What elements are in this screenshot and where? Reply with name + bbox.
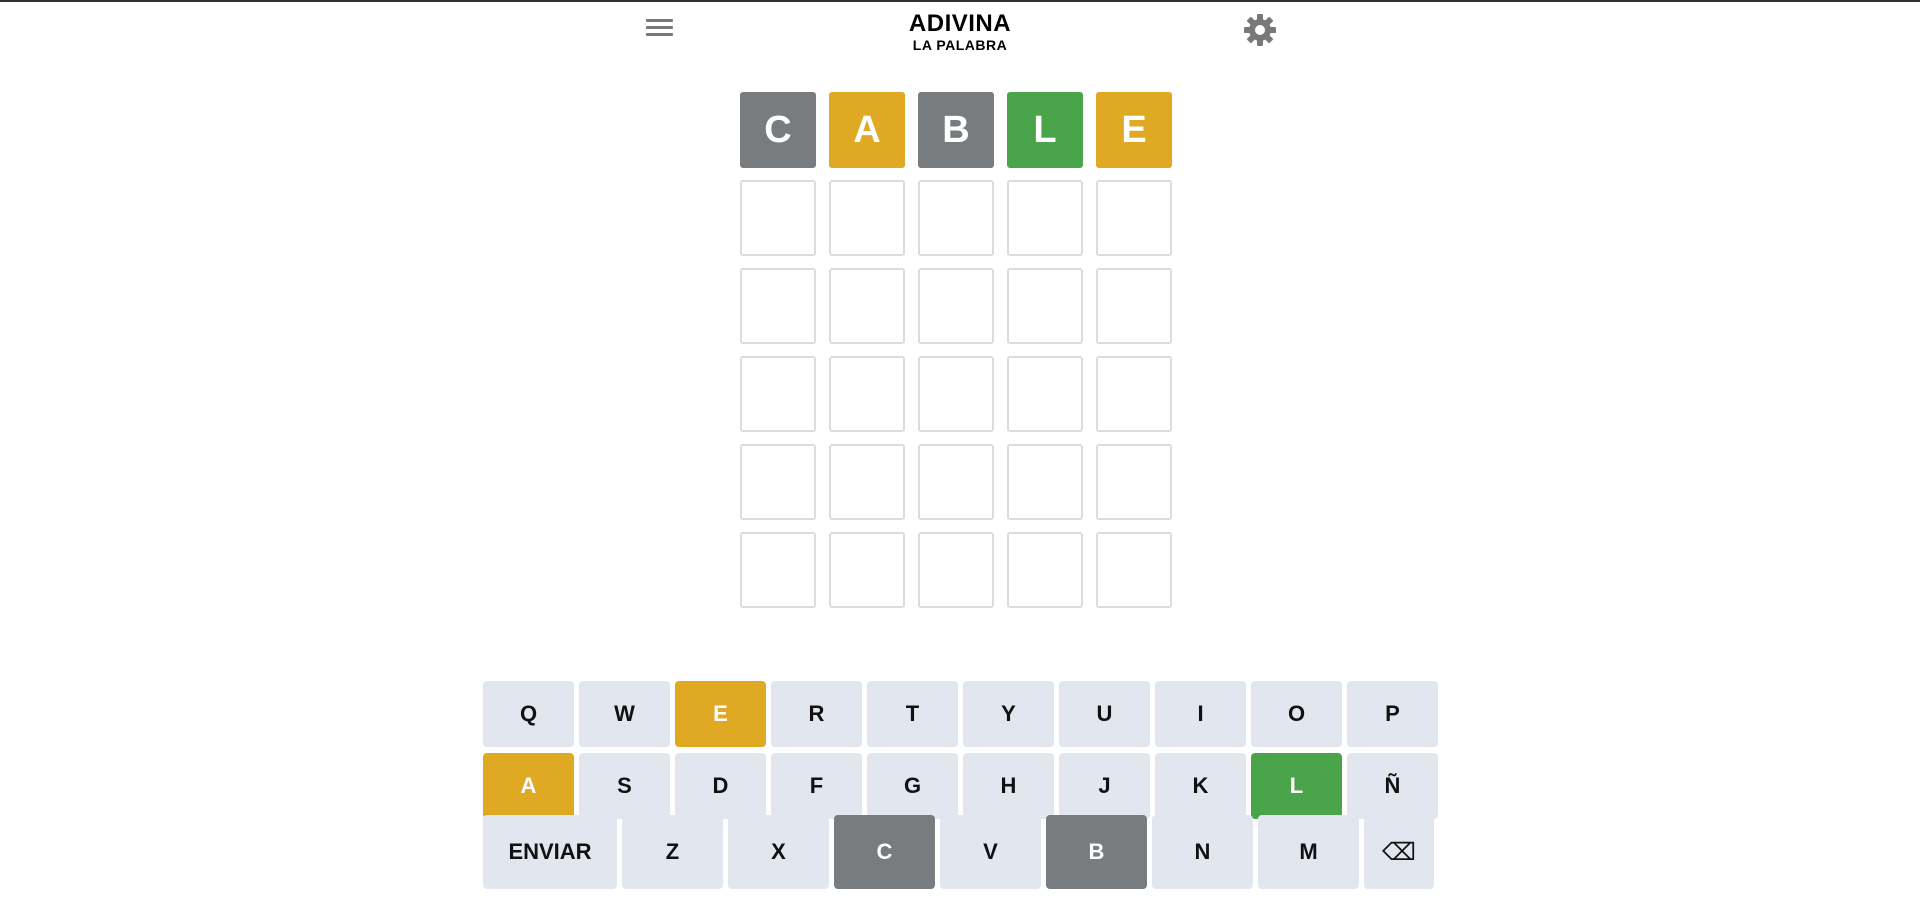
board-tile: [740, 444, 816, 520]
board-tile: A: [829, 92, 905, 168]
key-z[interactable]: Z: [622, 815, 723, 889]
title-block: ADIVINA LA PALABRA: [860, 10, 1060, 52]
board-tile: [740, 532, 816, 608]
key-f[interactable]: F: [771, 753, 862, 819]
keyboard-row: QWERTYUIOP: [483, 681, 1438, 747]
board-tile: C: [740, 92, 816, 168]
key-e[interactable]: E: [675, 681, 766, 747]
board-tile: [829, 356, 905, 432]
key-r[interactable]: R: [771, 681, 862, 747]
board-tile: [829, 268, 905, 344]
key-m[interactable]: M: [1258, 815, 1359, 889]
key-k[interactable]: K: [1155, 753, 1246, 819]
key-q[interactable]: Q: [483, 681, 574, 747]
board-tile: [1096, 444, 1172, 520]
menu-icon[interactable]: [646, 17, 674, 39]
gear-icon[interactable]: [1242, 12, 1278, 48]
key-x[interactable]: X: [728, 815, 829, 889]
key-h[interactable]: H: [963, 753, 1054, 819]
key-t[interactable]: T: [867, 681, 958, 747]
board-tile: [740, 180, 816, 256]
board-tile: [740, 268, 816, 344]
key-p[interactable]: P: [1347, 681, 1438, 747]
board-tile: L: [1007, 92, 1083, 168]
board-tile: B: [918, 92, 994, 168]
key-v[interactable]: V: [940, 815, 1041, 889]
key-n-tilde[interactable]: Ñ: [1347, 753, 1438, 819]
page-title: ADIVINA: [908, 10, 1012, 37]
key-g[interactable]: G: [867, 753, 958, 819]
board-tile: [1096, 268, 1172, 344]
board-tile: [1096, 532, 1172, 608]
board-tile: [918, 268, 994, 344]
board-tile: [740, 356, 816, 432]
board-tile: [829, 532, 905, 608]
key-l[interactable]: L: [1251, 753, 1342, 819]
board-tile: [1007, 180, 1083, 256]
game-board: CABLE: [740, 92, 1172, 608]
key-b[interactable]: B: [1046, 815, 1147, 889]
key-y[interactable]: Y: [963, 681, 1054, 747]
key-o[interactable]: O: [1251, 681, 1342, 747]
key-s[interactable]: S: [579, 753, 670, 819]
board-tile: [1096, 356, 1172, 432]
key-u[interactable]: U: [1059, 681, 1150, 747]
key-j[interactable]: J: [1059, 753, 1150, 819]
header: ADIVINA LA PALABRA: [0, 0, 1920, 60]
board-tile: [829, 180, 905, 256]
key-c[interactable]: C: [834, 815, 935, 889]
key-i[interactable]: I: [1155, 681, 1246, 747]
page-subtitle: LA PALABRA: [912, 37, 1008, 53]
key-n[interactable]: N: [1152, 815, 1253, 889]
board-tile: [1096, 180, 1172, 256]
board-tile: [1007, 356, 1083, 432]
board-tile: [829, 444, 905, 520]
board-tile: [918, 532, 994, 608]
board-tile: E: [1096, 92, 1172, 168]
key-d[interactable]: D: [675, 753, 766, 819]
board-tile: [1007, 268, 1083, 344]
keyboard-row: ENVIAR Z X C V B N M ⌫: [483, 815, 1434, 889]
board-tile: [918, 356, 994, 432]
board-tile: [918, 444, 994, 520]
board-tile: [1007, 532, 1083, 608]
keyboard-row: ASDFGHJKLÑ: [483, 753, 1438, 819]
key-a[interactable]: A: [483, 753, 574, 819]
backspace-icon[interactable]: ⌫: [1364, 815, 1434, 889]
board-tile: [1007, 444, 1083, 520]
board-tile: [918, 180, 994, 256]
enviar-button[interactable]: ENVIAR: [483, 815, 617, 889]
key-w[interactable]: W: [579, 681, 670, 747]
